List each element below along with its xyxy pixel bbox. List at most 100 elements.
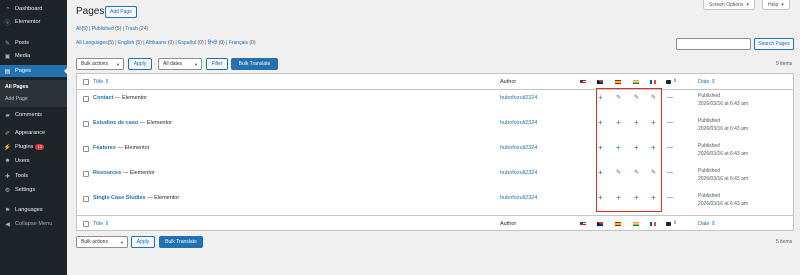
plugins-icon: ⚡ [3,144,12,151]
column-title[interactable]: Title ⇕ [93,79,109,85]
row-checkbox[interactable] [83,146,89,152]
fr-flag-icon [650,222,656,226]
table-row: Contact — Elementor hubofozuli2324 + ✎ ✎… [77,90,793,115]
menu-appearance[interactable]: ✐ Appearance [0,127,67,139]
column-title[interactable]: Title ⇕ [93,221,109,227]
bulk-actions-select-bottom[interactable]: Bulk actions ▼ [76,236,128,248]
table-row: Estudios de caso — Elementor hubofozuli2… [77,115,793,140]
lang-afrikaans[interactable]: Afrikaans [146,40,167,46]
apply-button[interactable]: Apply [128,58,152,70]
elementor-icon: ⓔ [4,20,11,27]
current-arrow [64,68,67,74]
comments-icon: ▰ [5,112,10,119]
za-flag-icon [597,80,603,84]
submenu-all-pages[interactable]: All Pages [5,84,28,90]
dates-select[interactable]: All dates ▼ [158,58,202,70]
add-page-button[interactable]: Add Page [105,6,137,18]
menu-comments[interactable]: ▰ Comments [0,109,67,121]
author-link[interactable]: hubofozuli2324 [500,195,537,201]
menu-posts[interactable]: ✎ Posts [0,37,67,49]
in-flag-icon [633,80,639,84]
page-title-link[interactable]: Estudios de caso [93,120,138,126]
menu-dashboard[interactable]: ◔ Dashboard [0,3,67,15]
author-link[interactable]: hubofozuli2324 [500,95,537,101]
filter-button[interactable]: Filter [206,58,228,70]
post-status: Published [698,168,720,174]
pages-icon: ▤ [4,68,11,75]
menu-tools[interactable]: ✚ Tools [0,170,67,182]
select-all-checkbox[interactable] [83,79,89,85]
chevron-down-icon: ▾ [746,1,749,8]
users-icon: ☻ [4,158,11,164]
za-flag-icon [597,222,603,226]
pushpin-icon: ✎ [4,40,11,47]
page-title-link[interactable]: Features [93,145,116,151]
comments-count: — [667,145,673,151]
search-input[interactable] [676,38,751,50]
pages-submenu: All Pages Add Page [0,80,67,107]
sort-icon: ⇕ [673,78,678,84]
lang-espanol[interactable]: Español [178,40,196,46]
apply-button-bottom[interactable]: Apply [131,236,155,248]
lang-english[interactable]: English [118,40,134,46]
post-date: 2026/03/16 at 6:43 am [698,201,749,207]
chevron-down-icon: ▼ [120,239,124,245]
select-all-checkbox[interactable] [83,221,89,227]
post-date: 2026/03/16 at 6:43 am [698,126,749,132]
comments-count: — [667,195,673,201]
pages-table: Title ⇕ Author ⇕ Date ⇕ Contact — Elemen… [76,73,794,231]
fr-flag-icon [650,80,656,84]
bulk-translate-button-bottom[interactable]: Bulk Translate [159,236,203,248]
comment-icon [666,222,671,226]
table-row: Single Case Studies — Elementor hubofozu… [77,190,793,215]
menu-media[interactable]: ▣ Media [0,50,67,62]
lang-all[interactable]: All Languages [76,40,108,46]
us-flag-icon [580,80,586,84]
row-checkbox[interactable] [83,96,89,102]
column-date[interactable]: Date ⇕ [698,79,716,85]
column-date[interactable]: Date ⇕ [698,221,716,227]
author-link[interactable]: hubofozuli2324 [500,120,537,126]
row-checkbox[interactable] [83,121,89,127]
sort-icon: ⇕ [673,220,678,226]
menu-users[interactable]: ☻ Users [0,155,67,167]
author-link[interactable]: hubofozuli2324 [500,170,537,176]
collapse-icon: ◀ [5,221,10,228]
us-flag-icon [580,222,586,226]
bulk-actions-select[interactable]: Bulk actions ▼ [76,58,124,70]
items-count: 5 items [776,61,793,67]
help-button[interactable]: Help ▾ [762,0,790,10]
submenu-add-page[interactable]: Add Page [5,96,28,102]
tools-icon: ✚ [4,173,11,180]
table-row: Features — Elementor hubofozuli2324 + + … [77,140,793,165]
menu-pages[interactable]: ▤ Pages [0,65,67,77]
menu-elementor[interactable]: ⓔ Elementor [0,16,67,28]
search-pages-button[interactable]: Search Pages [754,38,794,50]
sort-icon: ⇕ [104,221,110,227]
comments-count: — [667,120,673,126]
admin-sidebar: ◔ Dashboard ⓔ Elementor ✎ Posts ▣ Media ▤ Pag… [0,0,67,275]
page-title-link[interactable]: Resources [93,170,121,176]
author-link[interactable]: hubofozuli2324 [500,145,537,151]
row-checkbox[interactable] [83,196,89,202]
row-checkbox[interactable] [83,171,89,177]
table-header: Title ⇕ Author ⇕ Date ⇕ [77,74,793,90]
menu-plugins[interactable]: ⚡ Plugins 13 [0,141,67,153]
translation-actions-highlight [596,88,662,212]
bulk-translate-button[interactable]: Bulk Translate [231,58,278,70]
es-flag-icon [615,80,621,84]
chevron-down-icon: ▾ [781,1,784,8]
chevron-down-icon: ▼ [194,61,198,67]
menu-languages[interactable]: ⚑ Languages [0,204,67,216]
lang-francais[interactable]: Français [229,40,248,46]
languages-icon: ⚑ [4,207,11,214]
view-trash[interactable]: Trash [125,26,138,32]
page-title-link[interactable]: Contact [93,95,113,101]
post-status: Published [698,143,720,149]
menu-settings[interactable]: ⚙ Settings [0,184,67,196]
view-published[interactable]: Published [92,26,114,32]
menu-collapse[interactable]: ◀ Collapse Menu [0,218,67,230]
page-title-link[interactable]: Single Case Studies [93,195,146,201]
screen-options-button[interactable]: Screen Options ▾ [703,0,755,10]
lang-hindi[interactable]: हिन्दी [208,40,217,46]
